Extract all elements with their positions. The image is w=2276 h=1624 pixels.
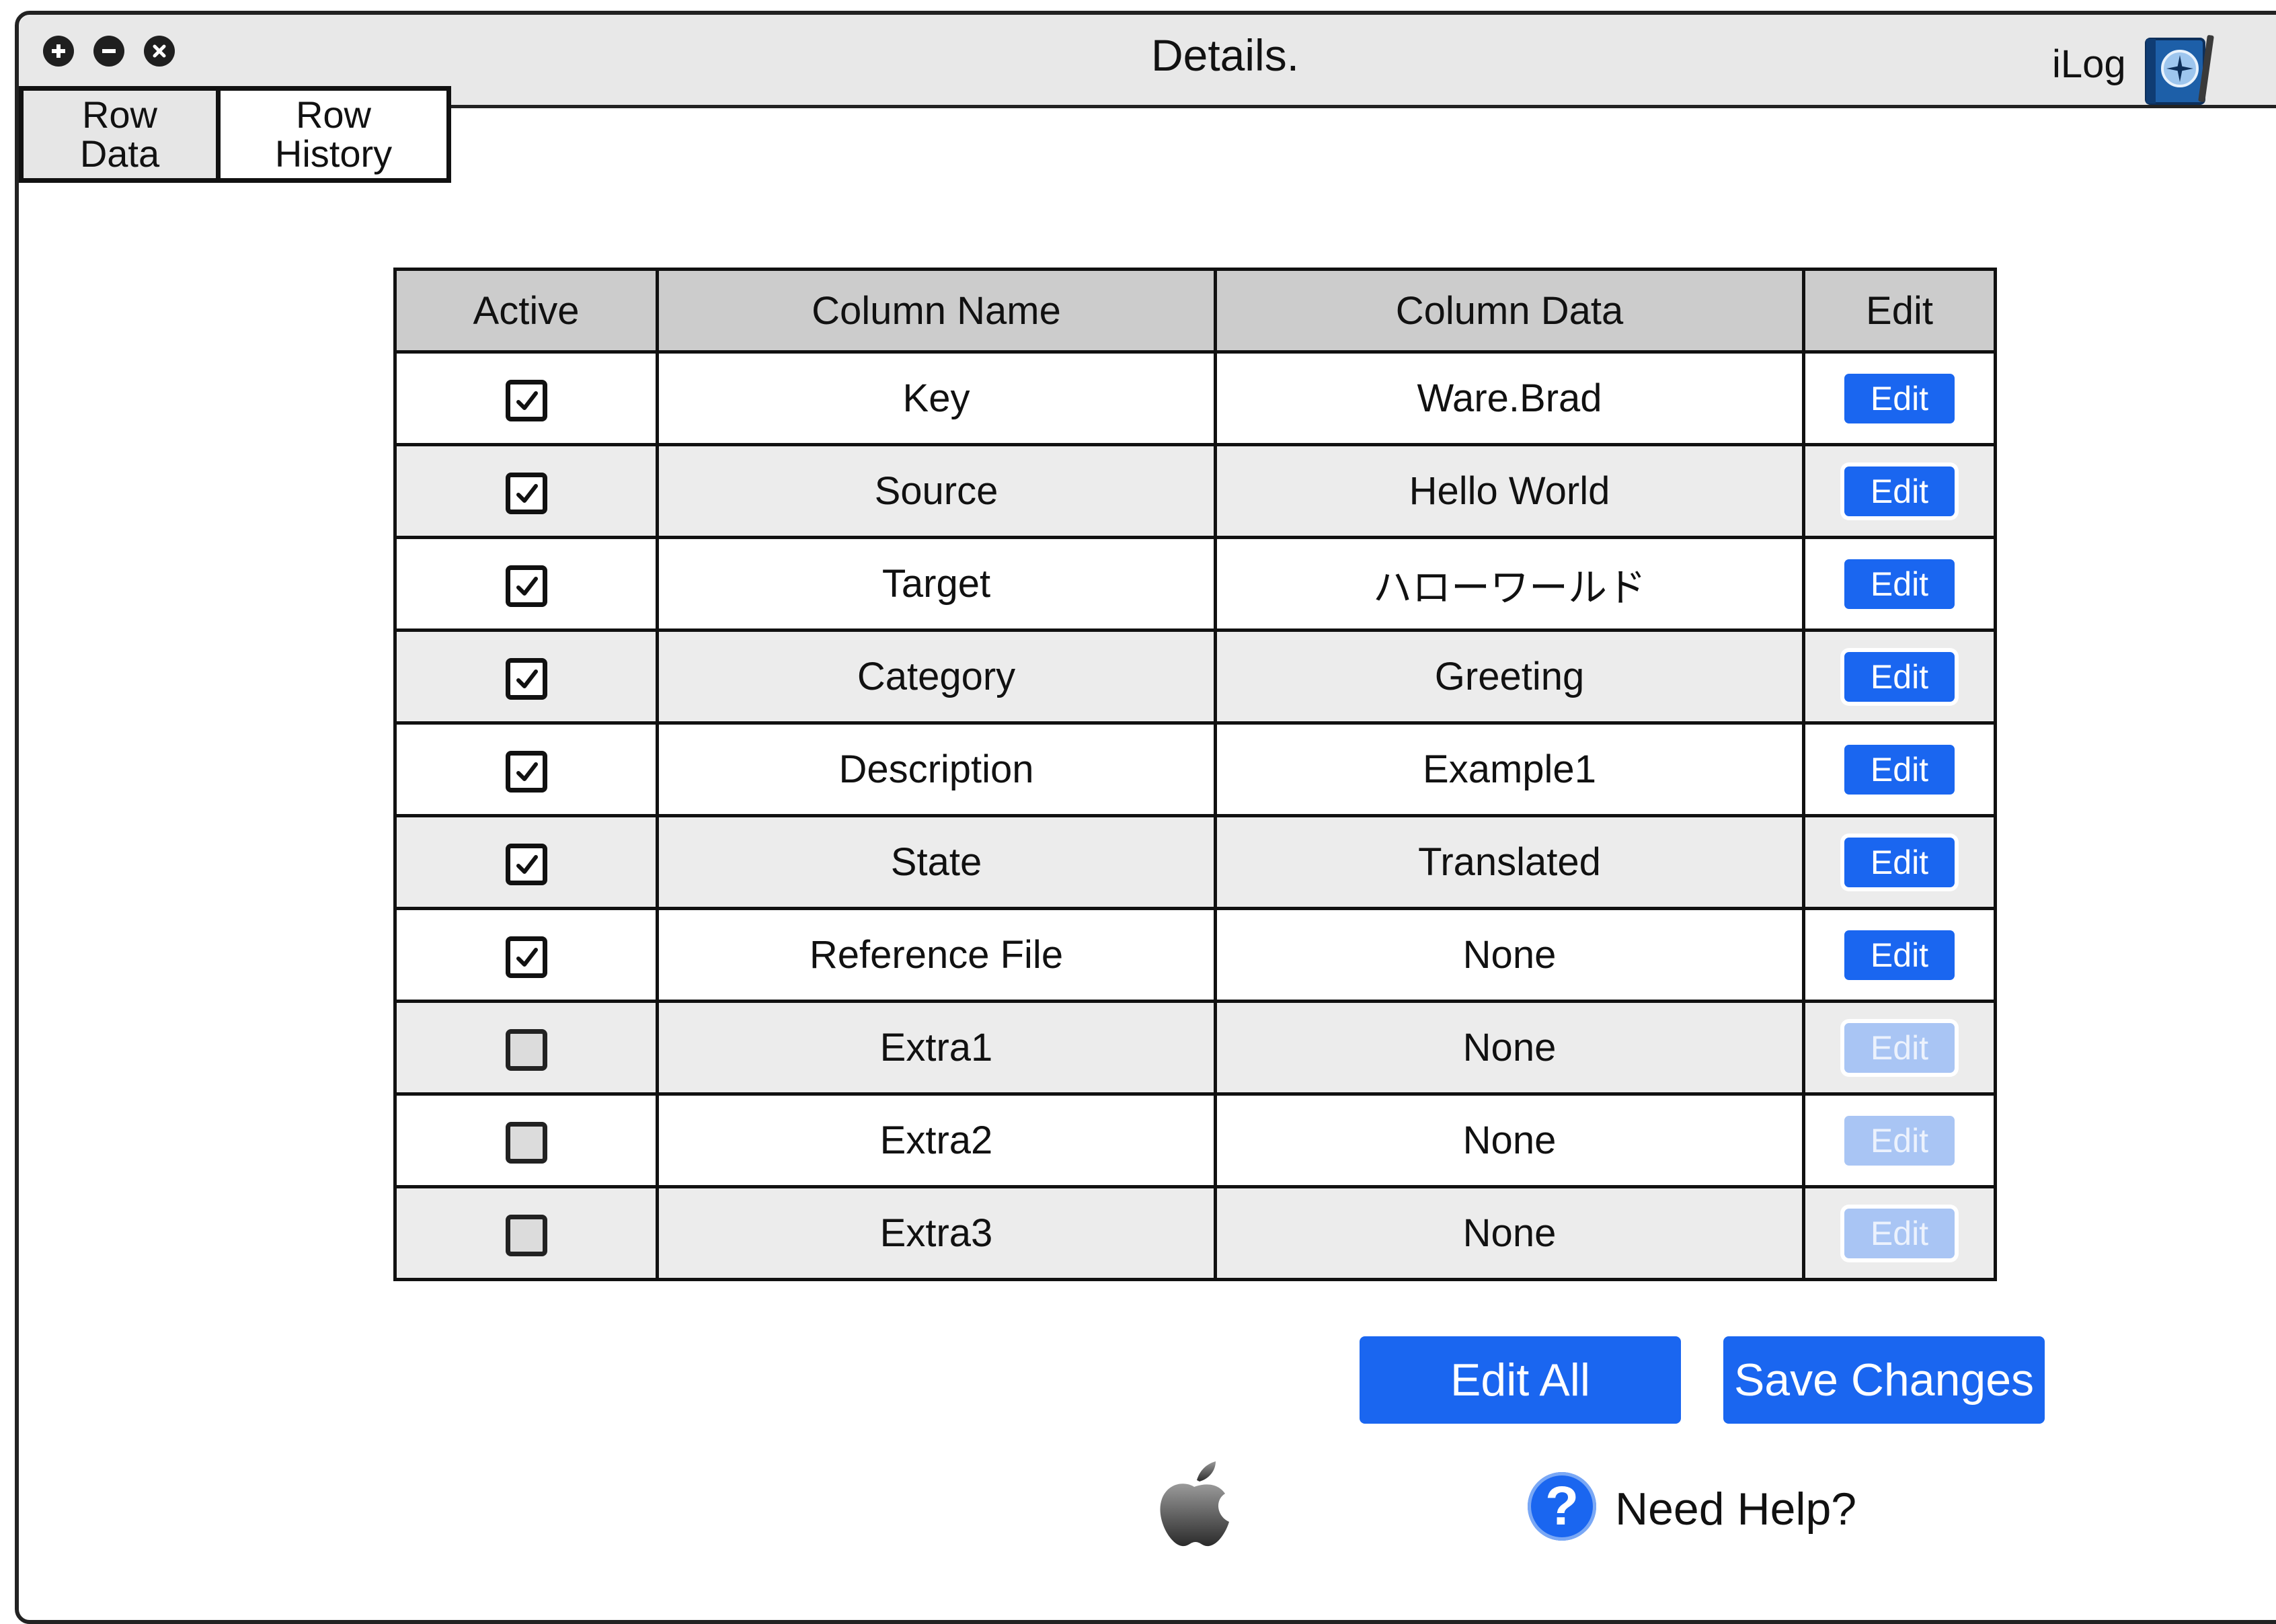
column-data-cell: Greeting	[1214, 628, 1805, 725]
edit-all-button[interactable]: Edit All	[1360, 1336, 1681, 1424]
column-name-cell: Source	[656, 443, 1217, 539]
edit-cell: Edit	[1802, 721, 1997, 817]
tab-row-data[interactable]: Row Data	[19, 86, 221, 183]
need-help-link[interactable]: Need Help?	[1615, 1483, 1856, 1535]
row-edit-button[interactable]: Edit	[1844, 466, 1955, 516]
active-cell	[393, 1000, 659, 1096]
row-edit-button[interactable]: Edit	[1844, 744, 1955, 795]
column-name-cell: Extra2	[656, 1092, 1217, 1188]
edit-cell: Edit	[1802, 628, 1997, 725]
row-edit-button[interactable]: Edit	[1844, 837, 1955, 887]
row-edit-button: Edit	[1844, 1208, 1955, 1258]
header-active[interactable]: Active	[393, 268, 659, 354]
question-mark-icon[interactable]: ?	[1528, 1472, 1596, 1541]
edit-cell: Edit	[1802, 1000, 1997, 1096]
tab-label: History	[274, 132, 393, 175]
edit-cell: Edit	[1802, 443, 1997, 539]
table-row: Reference File None Edit	[393, 907, 1997, 1003]
active-checkbox-checked[interactable]	[505, 750, 547, 793]
column-name-cell: Description	[656, 721, 1217, 817]
row-edit-button[interactable]: Edit	[1844, 373, 1955, 423]
active-cell	[393, 628, 659, 725]
table-row: Category Greeting Edit	[393, 628, 1997, 725]
save-changes-button[interactable]: Save Changes	[1723, 1336, 2045, 1424]
table-header-row: Active Column Name Column Data Edit	[393, 268, 1997, 354]
column-name-cell: Extra1	[656, 1000, 1217, 1096]
edit-cell: Edit	[1802, 907, 1997, 1003]
column-data-cell: None	[1214, 907, 1805, 1003]
apple-logo-icon	[1155, 1457, 1233, 1550]
tab-label: Row	[295, 93, 371, 136]
column-name-cell: Extra3	[656, 1185, 1217, 1281]
active-checkbox-checked[interactable]	[505, 565, 547, 607]
row-edit-button[interactable]: Edit	[1844, 559, 1955, 609]
tab-row-history[interactable]: Row History	[216, 86, 451, 183]
column-data-cell: None	[1214, 1092, 1805, 1188]
table-row: Source Hello World Edit	[393, 443, 1997, 539]
column-data-cell: None	[1214, 1185, 1805, 1281]
table-row: Target ハローワールド Edit	[393, 536, 1997, 632]
active-checkbox-checked[interactable]	[505, 379, 547, 421]
book-compass-icon	[2137, 28, 2216, 108]
tab-label: Row	[81, 93, 157, 136]
active-cell	[393, 443, 659, 539]
edit-cell: Edit	[1802, 1185, 1997, 1281]
column-data-cell: Ware.Brad	[1214, 350, 1805, 446]
edit-cell: Edit	[1802, 1092, 1997, 1188]
window-title: Details.	[1150, 30, 1300, 80]
table-row: Extra2 None Edit	[393, 1092, 1997, 1188]
edit-cell: Edit	[1802, 350, 1997, 446]
column-data-cell: Translated	[1214, 814, 1805, 910]
active-checkbox-checked[interactable]	[505, 843, 547, 885]
active-cell	[393, 907, 659, 1003]
column-name-cell: Category	[656, 628, 1217, 725]
active-checkbox-checked[interactable]	[505, 657, 547, 700]
active-cell	[393, 536, 659, 632]
table-body: Key Ware.Brad Edit Source Hello World Edit Tar…	[393, 350, 1997, 1281]
active-checkbox-unchecked[interactable]	[505, 1214, 547, 1256]
column-data-cell: ハローワールド	[1214, 536, 1805, 632]
table-row: Extra3 None Edit	[393, 1185, 1997, 1281]
edit-cell: Edit	[1802, 536, 1997, 632]
table-row: Description Example1 Edit	[393, 721, 1997, 817]
table-row: State Translated Edit	[393, 814, 1997, 910]
header-column-name[interactable]: Column Name	[656, 268, 1217, 354]
row-edit-button: Edit	[1844, 1022, 1955, 1073]
column-name-cell: Reference File	[656, 907, 1217, 1003]
active-checkbox-checked[interactable]	[505, 936, 547, 978]
column-name-cell: Key	[656, 350, 1217, 446]
active-checkbox-checked[interactable]	[505, 472, 547, 514]
active-cell	[393, 814, 659, 910]
active-checkbox-unchecked[interactable]	[505, 1028, 547, 1071]
header-edit[interactable]: Edit	[1802, 268, 1997, 354]
active-cell	[393, 721, 659, 817]
column-name-cell: State	[656, 814, 1217, 910]
column-data-cell: Example1	[1214, 721, 1805, 817]
table-row: Extra1 None Edit	[393, 1000, 1997, 1096]
edit-cell: Edit	[1802, 814, 1997, 910]
active-cell	[393, 350, 659, 446]
header-column-data[interactable]: Column Data	[1214, 268, 1805, 354]
column-data-cell: Hello World	[1214, 443, 1805, 539]
active-cell	[393, 1185, 659, 1281]
row-edit-button[interactable]: Edit	[1844, 930, 1955, 980]
brand-name: iLog	[2052, 42, 2126, 86]
column-data-cell: None	[1214, 1000, 1805, 1096]
row-edit-button[interactable]: Edit	[1844, 651, 1955, 702]
active-checkbox-unchecked[interactable]	[505, 1121, 547, 1164]
details-table: Active Column Name Column Data Edit Key W…	[393, 268, 1997, 1281]
table-row: Key Ware.Brad Edit	[393, 350, 1997, 446]
active-cell	[393, 1092, 659, 1188]
row-edit-button: Edit	[1844, 1115, 1955, 1166]
tab-label: Data	[79, 132, 160, 175]
column-name-cell: Target	[656, 536, 1217, 632]
